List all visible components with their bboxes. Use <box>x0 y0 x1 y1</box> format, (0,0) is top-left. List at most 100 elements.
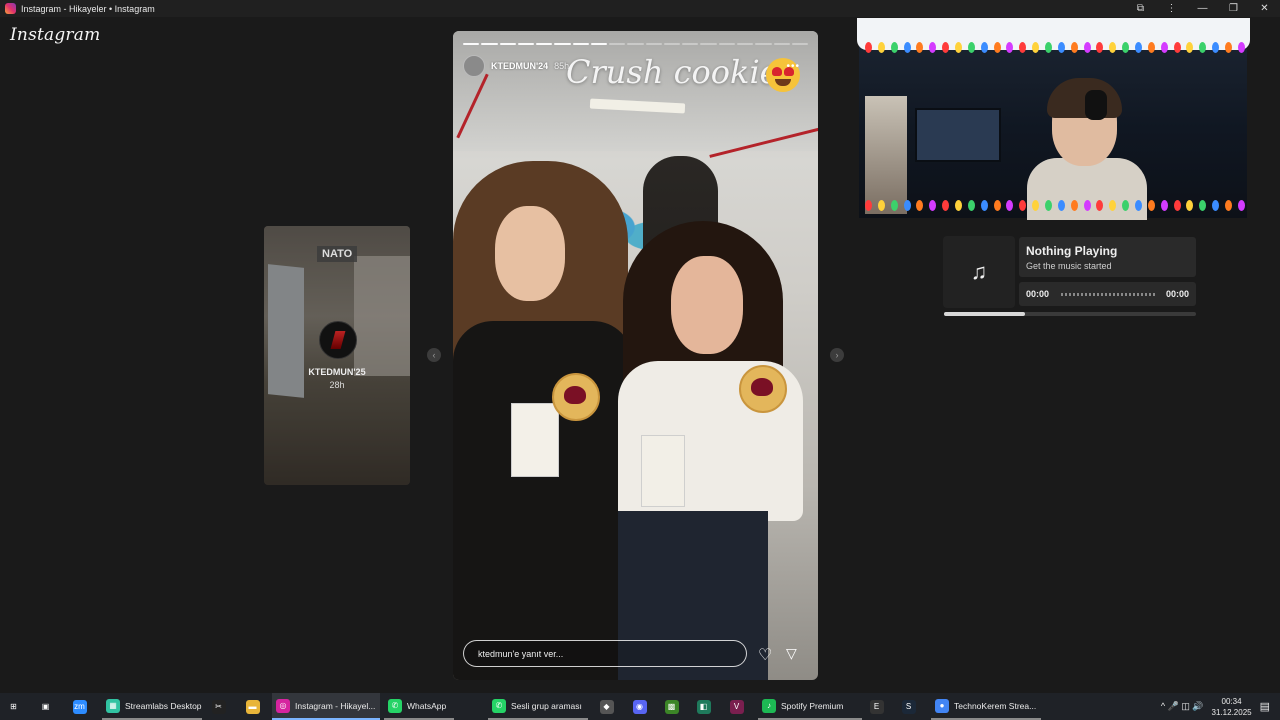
side-story-time: 28h <box>329 380 345 390</box>
taskbar-item-spotify[interactable]: ♪ Spotify Premium <box>758 693 862 720</box>
taskbar-item-label: Instagram - Hikayel... <box>295 700 376 711</box>
taskbar-item-whatsapp[interactable]: ✆ WhatsApp <box>384 693 454 720</box>
light-bulb <box>1109 200 1117 211</box>
more-vert-icon[interactable]: ⋮ <box>1156 0 1187 17</box>
tray-icons[interactable]: ^ 🎤 ◫ 🔊 <box>1161 701 1204 712</box>
light-bulb <box>1225 200 1233 211</box>
window-title-bar: Instagram - Hikayeler • Instagram ⧉ ⋮ — … <box>0 0 1280 17</box>
like-heart-icon[interactable]: ♡ <box>758 645 772 665</box>
file-explorer-icon: ▬ <box>245 699 260 714</box>
light-bulb <box>1147 42 1155 53</box>
light-bulb <box>1212 200 1220 211</box>
light-bulb <box>916 42 924 53</box>
spotify-icon: ♪ <box>762 698 776 713</box>
minimize-button[interactable]: — <box>1187 0 1218 17</box>
story-progress-segment <box>517 43 535 45</box>
minecraft-icon: ▩ <box>664 699 679 714</box>
taskbar-item-label: Spotify Premium <box>781 700 844 711</box>
light-bulb <box>993 42 1001 53</box>
taskbar-item-whatsapp-call[interactable]: ✆ Sesli grup araması <box>488 693 588 720</box>
light-bulb <box>916 200 924 211</box>
light-bulb <box>1186 200 1194 211</box>
whatsapp-call-icon: ✆ <box>492 698 506 713</box>
taskbar-item-label: WhatsApp <box>407 700 447 711</box>
light-bulb <box>942 42 950 53</box>
light-bulb <box>1160 42 1168 53</box>
app-icon: ◆ <box>599 699 614 714</box>
taskbar-item-capcut[interactable]: ✂ <box>209 693 233 720</box>
taskbar-item-chrome[interactable]: ● TechnoKerem Strea... <box>931 693 1041 720</box>
capcut-icon: ✂ <box>211 699 226 714</box>
previous-story-preview[interactable]: NATO KTEDMUN'25 28h <box>264 226 410 485</box>
story-progress-segment <box>773 43 790 45</box>
light-bulb <box>1032 200 1040 211</box>
light-bulb <box>967 200 975 211</box>
next-story-arrow[interactable]: › <box>830 348 844 362</box>
story-username[interactable]: KTEDMUN'24 <box>491 61 548 71</box>
taskbar-item-discord[interactable]: ◉ <box>630 693 654 720</box>
light-bulb <box>1006 42 1014 53</box>
story-avatar[interactable] <box>463 55 485 77</box>
light-bulb <box>865 42 872 53</box>
webcam-overlay <box>857 18 1250 220</box>
story-viewer[interactable]: KTEDMUN'24 85h Crush cookie ••• ktedmun'… <box>453 31 818 680</box>
story-progress-segment <box>590 43 608 45</box>
light-bulb <box>1135 42 1143 53</box>
taskbar-item-vegas[interactable]: V <box>727 693 751 720</box>
taskbar-item-app[interactable]: ◆ <box>597 693 621 720</box>
light-bulb <box>1019 200 1027 211</box>
headset-image <box>1085 90 1107 120</box>
light-bulb <box>877 200 885 211</box>
light-bulb <box>1199 200 1207 211</box>
taskbar-item-instagram[interactable]: ◎ Instagram - Hikayel... <box>272 693 380 720</box>
light-bulb <box>1057 200 1065 211</box>
light-bulb <box>890 42 898 53</box>
light-bulb <box>1160 200 1168 211</box>
light-bulb <box>903 200 911 211</box>
maximize-button[interactable]: ❐ <box>1218 0 1249 17</box>
chrome-icon: ● <box>935 698 949 713</box>
extensions-icon[interactable]: ⧉ <box>1125 0 1156 17</box>
clock[interactable]: 00:34 31.12.2025 <box>1212 696 1252 718</box>
music-info: Nothing Playing Get the music started <box>1019 237 1196 277</box>
send-icon[interactable]: ▽ <box>786 645 797 662</box>
christmas-lights-bottom <box>865 200 1245 212</box>
taskbar-item-minecraft[interactable]: ▩ <box>662 693 686 720</box>
vegas-icon: V <box>729 699 744 714</box>
close-button[interactable]: ✕ <box>1249 0 1280 17</box>
reply-input[interactable]: ktedmun'e yanıt ver... <box>463 640 747 667</box>
taskbar-item-label: TechnoKerem Strea... <box>954 700 1037 711</box>
story-progress-segment <box>755 43 772 45</box>
light-bulb <box>1070 42 1078 53</box>
light-bulb <box>929 200 937 211</box>
taskbar-item-streamlabs[interactable]: ▦ Streamlabs Desktop <box>102 693 202 720</box>
story-progress-segment <box>700 43 717 45</box>
story-progress-segment <box>609 43 626 45</box>
taskbar-item-file-explorer[interactable]: ▬ <box>243 693 267 720</box>
light-bulb <box>1096 42 1104 53</box>
window-title: Instagram - Hikayeler • Instagram <box>21 3 155 14</box>
taskbar-item-label: Sesli grup araması <box>511 700 582 711</box>
light-bulb <box>1147 200 1155 211</box>
light-bulb <box>967 42 975 53</box>
taskbar-item-steam[interactable]: S <box>899 693 923 720</box>
light-bulb <box>955 42 963 53</box>
light-bulb <box>1057 42 1065 53</box>
taskbar-item-task-view[interactable]: ▣ <box>36 693 60 720</box>
taskbar-item-windows-start[interactable]: ⊞ <box>4 693 28 720</box>
notification-icon[interactable]: ▤ <box>1260 700 1270 713</box>
previous-story-arrow[interactable]: ‹ <box>427 348 441 362</box>
story-progress-segment <box>736 43 754 45</box>
light-bulb <box>942 200 950 211</box>
story-options-button[interactable]: ••• <box>786 61 800 72</box>
music-time-row: 00:00 00:00 <box>1019 282 1196 306</box>
instagram-icon: ◎ <box>276 698 290 713</box>
name-badge <box>641 435 685 507</box>
instagram-logo[interactable]: Instagram <box>10 25 100 45</box>
light-bulb <box>993 200 1001 211</box>
light-bulb <box>1186 42 1194 53</box>
windows-start-icon: ⊞ <box>10 702 17 711</box>
taskbar-item-epic-games[interactable]: E <box>867 693 891 720</box>
taskbar-item-zoom[interactable]: zm <box>70 693 94 720</box>
taskbar-item-launcher[interactable]: ◧ <box>694 693 718 720</box>
